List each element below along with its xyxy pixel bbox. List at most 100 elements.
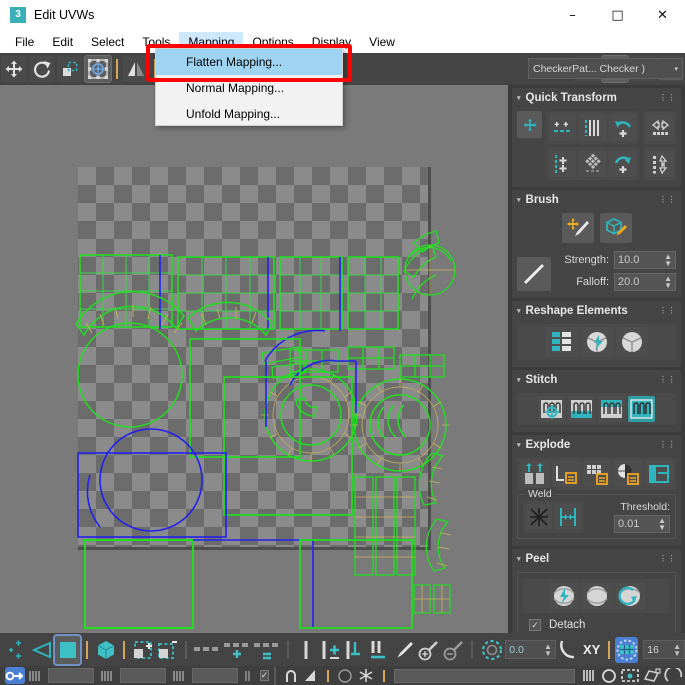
lock-selection-icon[interactable] [5,667,25,684]
coord-lock-icon[interactable] [243,667,257,684]
break-uv-icon[interactable] [644,461,673,487]
paint-lasso-icon[interactable] [664,667,684,684]
break-smoothing-icon[interactable] [613,461,642,487]
expand-selection-icon[interactable] [223,637,251,663]
mirror-icon[interactable] [123,56,149,82]
stitch-source-icon[interactable] [568,396,595,422]
menu-view[interactable]: View [360,32,404,52]
ring-uv-icon[interactable] [295,637,318,663]
scale-icon[interactable] [57,56,83,82]
menu-item-flatten-mapping[interactable]: Flatten Mapping... [156,49,342,75]
v-coord-field[interactable] [119,668,166,683]
rotate-icon[interactable] [29,56,55,82]
break-icon[interactable] [520,461,549,487]
falloff-curve-icon[interactable] [517,257,551,291]
menu-edit[interactable]: Edit [43,32,82,52]
weld-threshold-spinner[interactable]: 0.01 ▲ ▼ [614,515,670,533]
peel-detach-row[interactable]: ✓ Detach [523,619,670,631]
uv-grid-icon[interactable] [580,667,598,684]
rotate-ccw-90-icon[interactable] [609,114,636,141]
menu-item-unfold-mapping[interactable]: Unfold Mapping... [156,101,342,127]
spinner-arrows-icon[interactable]: ▲ ▼ [664,253,672,268]
peel-mode-icon[interactable] [581,582,612,610]
close-button[interactable]: ✕ [640,0,685,30]
quick-peel-icon[interactable] [548,582,579,610]
curve-falloff-icon[interactable] [557,637,579,663]
menu-item-normal-mapping[interactable]: Normal Mapping... [156,75,342,101]
collapse-triangle-icon[interactable]: ▾ [517,307,521,315]
add-subobject-icon[interactable] [5,637,28,663]
align-horizontal-icon[interactable] [549,114,576,141]
face-mode-icon[interactable] [53,633,83,666]
spinner-arrows-icon[interactable]: ▲ ▼ [544,642,552,657]
collapse-triangle-icon[interactable]: ▾ [517,441,521,449]
shrink-selection-icon[interactable] [156,637,179,663]
rollout-header-quick-transform[interactable]: ▾ Quick Transform ⋮⋮ [512,88,681,107]
collapse-triangle-icon[interactable]: ▾ [517,555,521,563]
sphere-icon[interactable] [336,667,354,684]
detach-checkbox[interactable]: ✓ [529,619,541,631]
spinner-arrows-icon[interactable]: ▲ ▼ [673,642,681,657]
align-to-center-icon[interactable] [517,111,542,138]
vertex-mode-icon[interactable] [30,637,53,663]
grid-size-field[interactable]: 16 ▲ ▼ [643,640,685,659]
map-channel-combo[interactable]: CheckerPat... Checker ) ▾ [528,58,683,79]
align-vertical-icon[interactable] [549,150,576,177]
stitch-custom-icon[interactable] [538,396,565,422]
paint-relax-brush-icon[interactable] [599,213,632,243]
rollout-header-brush[interactable]: ▾ Brush ⋮⋮ [512,190,681,209]
paint-move-brush-icon[interactable] [561,213,594,243]
spinner-arrows-icon[interactable]: ▲ ▼ [658,517,666,532]
paint-select-brush-icon[interactable] [392,637,415,663]
weld-selected-icon[interactable] [555,504,581,530]
stitch-selected-icon[interactable] [628,396,655,422]
uv-canvas[interactable] [0,85,508,633]
minimize-button[interactable]: – [550,0,595,30]
mapping-dropdown-menu[interactable]: Flatten Mapping... Normal Mapping... Unf… [155,48,343,126]
pelt-map-icon[interactable] [614,582,645,610]
loop-grow-icon[interactable] [320,637,342,663]
relax-icon[interactable] [580,327,613,357]
menu-select[interactable]: Select [82,32,133,52]
maximize-button[interactable]: □ [595,0,640,30]
snap-toggle-icon[interactable] [479,637,504,663]
rect-select-icon[interactable] [620,667,640,684]
grow-selection-icon[interactable] [131,637,154,663]
loop-uv-icon[interactable] [253,637,281,663]
brush-strength-spinner[interactable]: 10.0 ▲ ▼ [614,251,676,269]
render-uv-icon[interactable] [615,327,648,357]
lasso-select-icon[interactable] [642,667,662,684]
grid-snap-icon[interactable] [615,636,639,663]
rollout-header-reshape-elements[interactable]: ▾ Reshape Elements ⋮⋮ [512,301,681,320]
target-weld-icon[interactable] [526,504,552,530]
snowflake-icon[interactable] [356,667,376,684]
flip-vertical-icon[interactable] [646,150,673,177]
rollout-header-peel[interactable]: ▾ Peel ⋮⋮ [512,549,681,568]
move-icon[interactable] [1,56,27,82]
collapse-triangle-icon[interactable]: ▾ [517,94,521,102]
rollout-header-explode[interactable]: ▾ Explode ⋮⋮ [512,435,681,454]
paint-select-icon[interactable] [368,637,390,663]
break-angle-icon[interactable] [551,461,580,487]
paint-select-grow-icon[interactable] [417,637,440,663]
stitch-target-icon[interactable] [598,396,625,422]
collapse-triangle-icon[interactable]: ▾ [517,376,521,384]
collapse-triangle-icon[interactable]: ▾ [517,196,521,204]
space-vertical-icon[interactable] [579,150,606,177]
flip-horizontal-icon[interactable] [646,114,673,141]
filter-icon[interactable] [302,667,320,684]
spinner-arrows-icon[interactable]: ▲ ▼ [664,275,672,290]
u-coord-field[interactable] [48,668,94,683]
xy-axis-label[interactable]: XY [583,642,600,657]
menu-file[interactable]: File [6,32,43,52]
brush-falloff-spinner[interactable]: 20.0 ▲ ▼ [614,273,676,291]
coord-checkbox[interactable]: ✓ [259,670,270,681]
select-by-element-icon[interactable] [193,637,221,663]
break-material-icon[interactable] [582,461,611,487]
rescale-elements-icon[interactable] [545,327,578,357]
pin-icon[interactable] [282,667,300,684]
circle-select-icon[interactable] [600,667,618,684]
paint-select-shrink-icon[interactable] [442,637,465,663]
ring-grow-icon[interactable] [344,637,366,663]
freeform-mode-icon[interactable] [84,55,112,83]
